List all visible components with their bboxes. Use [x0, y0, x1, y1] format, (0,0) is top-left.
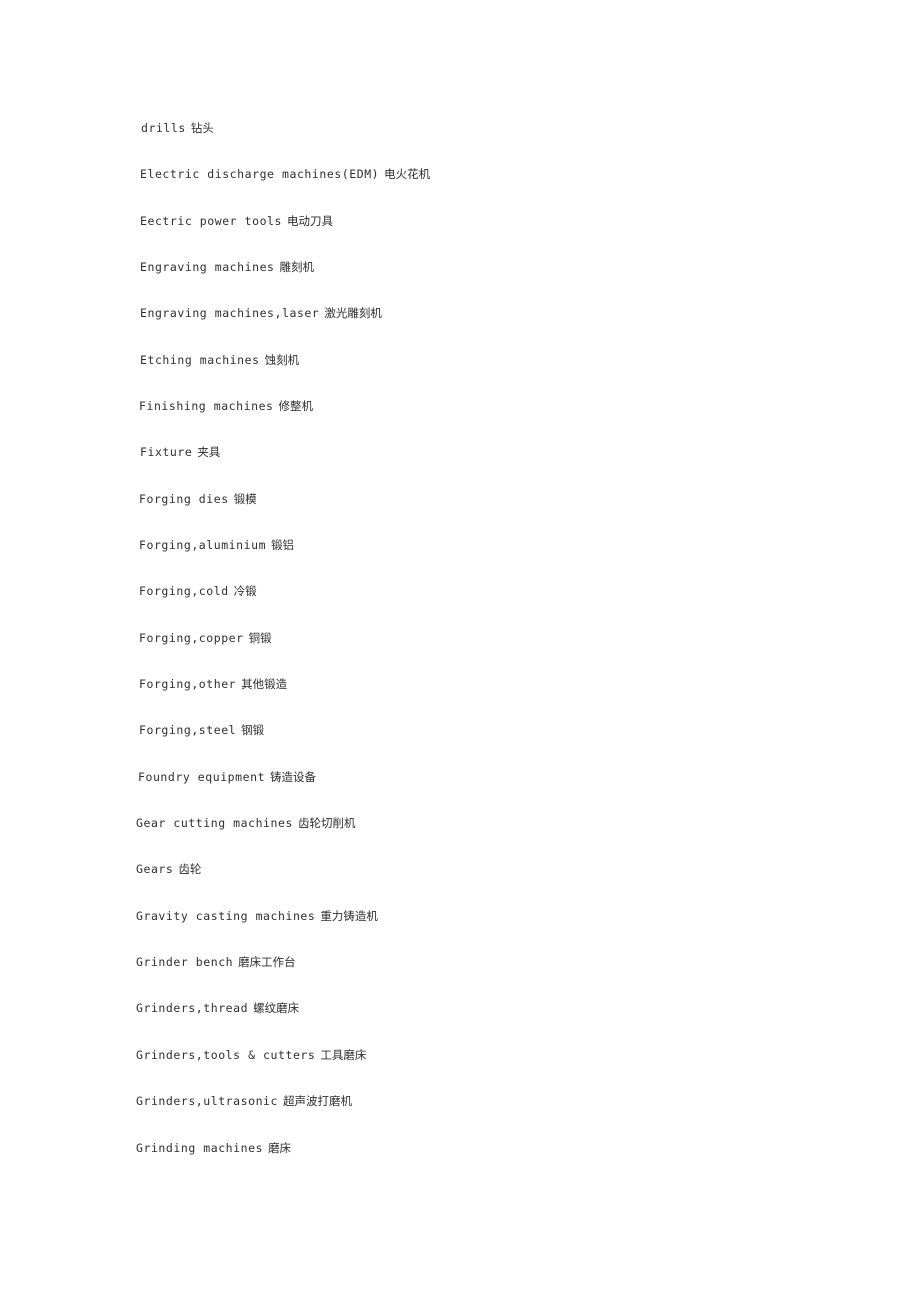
- glossary-term-english: drills: [141, 121, 186, 135]
- glossary-entry: Gears 齿轮: [136, 862, 201, 876]
- glossary-entry: Grinder bench 磨床工作台: [136, 955, 296, 969]
- glossary-term-english: Eectric power tools: [140, 214, 282, 228]
- glossary-entry: Engraving machines,laser 激光雕刻机: [140, 306, 382, 320]
- glossary-entry: Forging,copper 铜锻: [139, 631, 272, 645]
- glossary-term-english: Grinding machines: [136, 1141, 264, 1155]
- glossary-term-english: Grinder bench: [136, 955, 234, 969]
- glossary-entry: Eectric power tools 电动刀具: [140, 214, 333, 228]
- glossary-term-chinese: 锻铝: [271, 538, 295, 552]
- glossary-term-chinese: 铸造设备: [270, 770, 317, 784]
- glossary-term-english: Electric discharge machines(EDM): [140, 167, 380, 181]
- glossary-term-chinese: 齿轮: [178, 862, 202, 876]
- glossary-entry: Finishing machines 修整机: [139, 399, 313, 413]
- glossary-term-chinese: 激光雕刻机: [324, 306, 382, 320]
- glossary-entry: drills 钻头: [141, 121, 214, 135]
- glossary-entry: Grinders,tools & cutters 工具磨床: [136, 1048, 366, 1062]
- glossary-term-english: Gravity casting machines: [136, 909, 316, 923]
- glossary-term-chinese: 其他锻造: [241, 677, 288, 691]
- glossary-term-english: Grinders,tools & cutters: [136, 1048, 316, 1062]
- glossary-term-chinese: 螺纹磨床: [253, 1001, 300, 1015]
- glossary-entry: Foundry equipment 铸造设备: [138, 770, 316, 784]
- glossary-term-chinese: 夹具: [197, 445, 221, 459]
- glossary-term-english: Forging,cold: [139, 584, 229, 598]
- glossary-entry: Gravity casting machines 重力铸造机: [136, 909, 378, 923]
- glossary-term-english: Forging,copper: [139, 631, 244, 645]
- document-page: drills 钻头 Electric discharge machines(EDM)…: [0, 0, 920, 1302]
- glossary-term-english: Grinders,thread: [136, 1001, 249, 1015]
- glossary-entry: Gear cutting machines 齿轮切削机: [136, 816, 355, 830]
- glossary-term-chinese: 铜锻: [248, 631, 272, 645]
- glossary-term-chinese: 钻头: [190, 121, 214, 135]
- glossary-term-chinese: 超声波打磨机: [283, 1094, 352, 1108]
- glossary-term-chinese: 电动刀具: [287, 214, 333, 228]
- glossary-entry: Etching machines 蚀刻机: [140, 353, 299, 367]
- glossary-term-english: Gear cutting machines: [136, 816, 293, 830]
- glossary-entry: Grinders,ultrasonic 超声波打磨机: [136, 1094, 352, 1108]
- glossary-term-english: Forging,aluminium: [139, 538, 267, 552]
- glossary-term-chinese: 雕刻机: [279, 260, 315, 274]
- glossary-term-english: Grinders,ultrasonic: [136, 1094, 278, 1108]
- glossary-term-english: Finishing machines: [139, 399, 274, 413]
- glossary-term-english: Etching machines: [140, 353, 260, 367]
- glossary-entry: Grinders,thread 螺纹磨床: [136, 1001, 299, 1015]
- glossary-term-english: Foundry equipment: [138, 770, 266, 784]
- glossary-term-chinese: 蚀刻机: [264, 353, 300, 367]
- glossary-term-chinese: 重力铸造机: [320, 909, 378, 923]
- glossary-term-chinese: 电火花机: [384, 167, 431, 181]
- glossary-term-chinese: 齿轮切削机: [297, 816, 356, 830]
- glossary-term-chinese: 磨床: [268, 1141, 292, 1155]
- glossary-entry: Forging,aluminium 锻铝: [139, 538, 294, 552]
- glossary-term-english: Forging,other: [139, 677, 237, 691]
- glossary-term-english: Forging,steel: [139, 723, 237, 737]
- glossary-term-english: Engraving machines,laser: [140, 306, 320, 320]
- glossary-term-chinese: 工具磨床: [320, 1048, 367, 1062]
- glossary-term-chinese: 锻模: [233, 492, 257, 506]
- glossary-term-chinese: 钢锻: [241, 723, 265, 737]
- glossary-entry: Engraving machines 雕刻机: [140, 260, 314, 274]
- glossary-term-english: Gears: [136, 862, 174, 876]
- glossary-entry: Grinding machines 磨床: [136, 1141, 291, 1155]
- glossary-term-english: Fixture: [140, 445, 193, 459]
- glossary-entry: Electric discharge machines(EDM) 电火花机: [140, 167, 430, 181]
- glossary-term-chinese: 磨床工作台: [238, 955, 296, 969]
- glossary-entry: Forging,other 其他锻造: [139, 677, 287, 691]
- glossary-entry: Fixture 夹具: [140, 445, 220, 459]
- glossary-term-chinese: 冷锻: [233, 584, 257, 598]
- glossary-term-english: Engraving machines: [140, 260, 275, 274]
- glossary-term-chinese: 修整机: [278, 399, 314, 413]
- glossary-entry: Forging,steel 钢锻: [139, 723, 264, 737]
- glossary-entry: Forging,cold 冷锻: [139, 584, 257, 598]
- glossary-term-english: Forging dies: [139, 492, 229, 506]
- glossary-entry: Forging dies 锻模: [139, 492, 257, 506]
